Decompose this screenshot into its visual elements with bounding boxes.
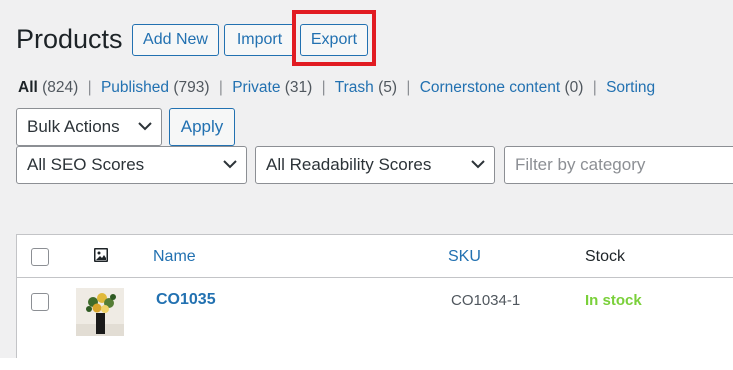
readability-score-select[interactable]: All Readability Scores xyxy=(255,146,495,184)
view-all-count: (824) xyxy=(42,79,79,96)
apply-button[interactable]: Apply xyxy=(169,108,235,146)
product-image xyxy=(76,288,124,336)
chevron-down-icon xyxy=(223,160,237,169)
category-filter-input[interactable]: Filter by category xyxy=(504,146,733,184)
view-cornerstone-link[interactable]: Cornerstone content xyxy=(420,79,560,96)
page-title: Products xyxy=(16,24,123,54)
view-separator: | xyxy=(87,79,92,96)
bulk-actions-select[interactable]: Bulk Actions xyxy=(16,108,162,146)
import-button[interactable]: Import xyxy=(224,24,295,56)
view-separator: | xyxy=(218,79,223,96)
products-table: Name SKU Stock CO1035 CO1034-1 In stock xyxy=(16,234,733,358)
seo-score-select[interactable]: All SEO Scores xyxy=(16,146,247,184)
seo-score-value: All SEO Scores xyxy=(27,155,145,174)
product-thumbnail[interactable] xyxy=(76,288,124,336)
product-sku: CO1034-1 xyxy=(451,292,521,309)
view-filters: All (824) | Published (793) | Private (3… xyxy=(18,78,655,98)
view-published-count: (793) xyxy=(173,79,210,96)
page-bottom-area xyxy=(0,358,733,370)
view-cornerstone-count: (0) xyxy=(564,79,584,96)
chevron-down-icon xyxy=(471,160,485,169)
header-divider xyxy=(17,277,733,278)
add-new-button[interactable]: Add New xyxy=(132,24,219,56)
view-trash-count: (5) xyxy=(378,79,398,96)
image-icon xyxy=(94,248,108,262)
view-private-link[interactable]: Private xyxy=(232,79,280,96)
bulk-actions-value: Bulk Actions xyxy=(27,117,120,136)
column-header-sku[interactable]: SKU xyxy=(448,247,481,267)
view-trash-link[interactable]: Trash xyxy=(335,79,374,96)
view-published-link[interactable]: Published xyxy=(101,79,169,96)
chevron-down-icon xyxy=(138,122,152,131)
view-separator: | xyxy=(592,79,597,96)
view-separator: | xyxy=(321,79,326,96)
select-all-checkbox[interactable] xyxy=(31,248,49,266)
category-filter-placeholder: Filter by category xyxy=(515,155,646,174)
column-header-name[interactable]: Name xyxy=(153,247,196,267)
stock-status: In stock xyxy=(585,292,642,309)
column-header-stock: Stock xyxy=(585,248,626,265)
view-private-count: (31) xyxy=(284,79,313,96)
product-name-link[interactable]: CO1035 xyxy=(156,291,216,309)
view-sorting-link[interactable]: Sorting xyxy=(606,79,655,96)
export-highlight-box xyxy=(292,10,376,66)
view-all-link[interactable]: All xyxy=(18,79,38,96)
view-separator: | xyxy=(406,79,411,96)
readability-score-value: All Readability Scores xyxy=(266,155,432,174)
row-checkbox[interactable] xyxy=(31,293,49,311)
